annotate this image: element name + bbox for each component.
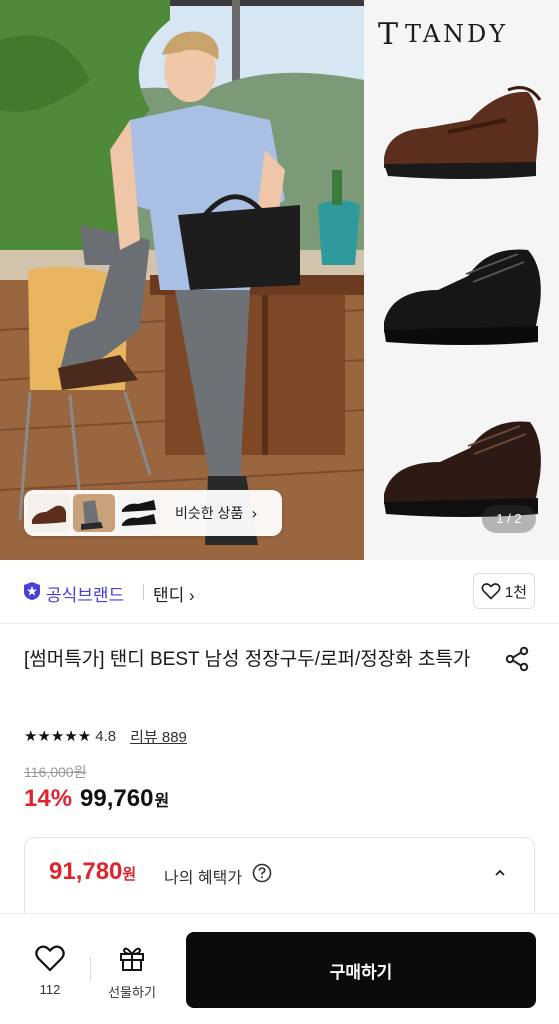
share-icon[interactable]	[504, 646, 530, 672]
brand-like-button[interactable]: 1천	[473, 573, 535, 609]
wishlist-count: 112	[39, 982, 61, 997]
review-count-link[interactable]: 리뷰 889	[130, 726, 187, 747]
brown-loafer-image	[378, 70, 546, 190]
heart-icon	[481, 583, 501, 600]
brand-like-count: 1천	[504, 583, 528, 601]
benefit-price-currency: 원	[122, 866, 137, 883]
wishlist-button[interactable]: 112	[22, 944, 78, 1004]
similar-thumb-1	[28, 494, 70, 532]
similar-products-button[interactable]: 비슷한 상품 ›	[24, 490, 282, 536]
chevron-right-icon: ›	[251, 503, 258, 523]
product-title: [썸머특가] 탠디 BEST 남성 정장구두/로퍼/정장화 초특가	[24, 649, 471, 670]
divider	[90, 957, 91, 981]
rating-row: ★★★★★ 4.8 리뷰 889	[24, 725, 187, 747]
benefit-label: 나의 혜택가	[164, 870, 243, 887]
gift-button[interactable]: 선물하기	[100, 944, 164, 1004]
question-help-icon[interactable]	[252, 863, 272, 883]
benefit-price-value: 91,780	[49, 858, 123, 885]
official-brand-badge-icon	[24, 582, 40, 600]
brand-name-link[interactable]: 탠디 ›	[153, 581, 195, 606]
divider	[143, 584, 144, 600]
product-image-carousel[interactable]: T TANDY 비슷한 상품 › 1 / 2	[0, 0, 559, 560]
black-derby-image	[378, 240, 546, 360]
buy-button[interactable]: 구매하기	[186, 932, 536, 1008]
star-rating-icon: ★★★★★	[24, 728, 92, 745]
sale-price-currency: 원	[154, 793, 170, 810]
similar-products-label: 비슷한 상품	[175, 505, 244, 521]
sale-price: 99,760	[80, 785, 154, 812]
similar-thumb-2	[73, 494, 115, 532]
official-brand-label: 공식브랜드	[46, 586, 125, 605]
discount-rate: 14%	[24, 785, 73, 812]
model-lifestyle-photo	[0, 0, 364, 560]
original-price: 116,000원	[24, 764, 87, 780]
carousel-page-indicator: 1 / 2	[482, 505, 536, 533]
similar-thumb-3	[118, 494, 160, 532]
bottom-action-bar: 112 선물하기 구매하기	[0, 913, 559, 1024]
rating-value: 4.8	[95, 727, 117, 745]
chevron-up-icon[interactable]	[493, 866, 507, 880]
tandy-logo: T TANDY	[378, 16, 509, 52]
heart-icon	[35, 945, 65, 972]
gift-label: 선물하기	[108, 985, 156, 1000]
gift-icon	[120, 947, 144, 971]
price-row: 14% 99,760 원	[24, 785, 169, 817]
benefit-price: 91,780원	[49, 858, 136, 886]
